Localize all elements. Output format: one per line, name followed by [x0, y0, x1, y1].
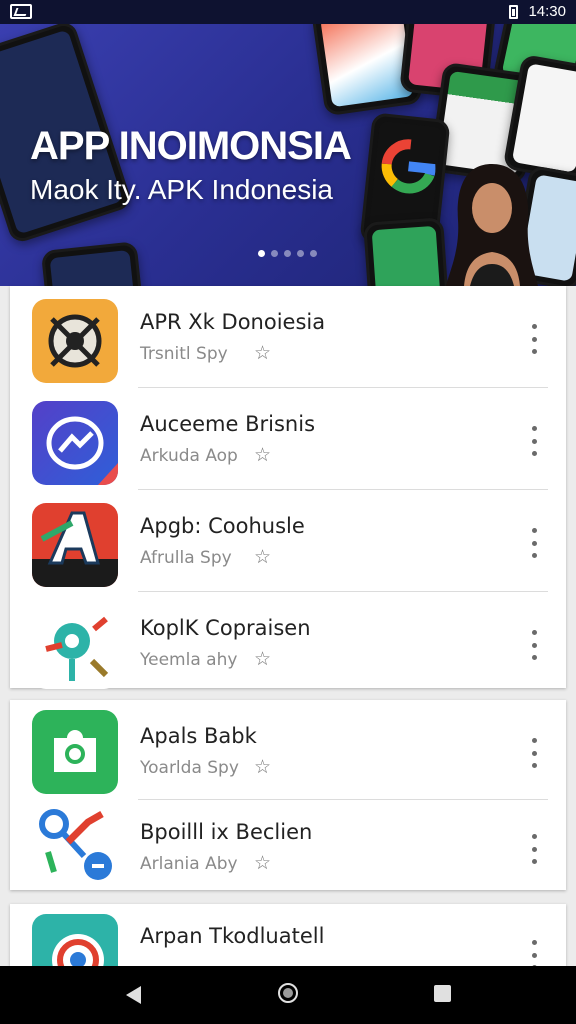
app-title: KoplK Copraisen [140, 616, 311, 640]
app-list-item[interactable]: Auceeme Brisnis Arkuda Aop ☆ [10, 388, 566, 490]
app-list-item[interactable]: KoplK Copraisen Yeemla ahy ☆ [10, 592, 566, 694]
carousel-dot[interactable] [258, 250, 265, 257]
location-pin-app-icon [32, 605, 118, 689]
carousel-dot[interactable] [310, 250, 317, 257]
gallery-icon [10, 4, 32, 19]
more-options-icon[interactable] [524, 738, 544, 768]
carousel-indicator[interactable] [258, 250, 317, 257]
app-title: Auceeme Brisnis [140, 412, 316, 436]
app-subtitle: Yeemla ahy [140, 650, 238, 670]
app-list-card: Apals Babk Yoarlda Spy ☆ Bpoilll ix Becl… [10, 700, 566, 890]
star-icon[interactable]: ☆ [254, 342, 271, 364]
person-illustration [446, 164, 538, 286]
banner-subtitle: Maok Ity. APK Indonesia [30, 174, 333, 205]
app-list-item[interactable]: Bpoilll ix Beclien Arlania Aby ☆ [10, 796, 566, 898]
more-options-icon[interactable] [524, 528, 544, 558]
eye-app-icon [32, 299, 118, 383]
app-list-item[interactable]: Apgb: Coohusle Afrulla Spy ☆ [10, 490, 566, 592]
google-g-icon [381, 139, 436, 194]
tools-app-icon [32, 802, 118, 886]
app-list-item[interactable]: APR Xk Donoiesia Trsnitl Spy ☆ [10, 286, 566, 388]
hero-banner[interactable]: APP INOIMONSIA Maok Ity. APK Indonesia [0, 24, 576, 286]
app-subtitle: Yoarlda Spy [140, 758, 239, 778]
letter-a-app-icon [32, 503, 118, 587]
app-list-card: APR Xk Donoiesia Trsnitl Spy ☆ Auceeme B… [10, 286, 566, 689]
more-options-icon[interactable] [524, 324, 544, 354]
more-options-icon[interactable] [524, 940, 544, 966]
app-title: APR Xk Donoiesia [140, 310, 326, 334]
navigation-bar [0, 966, 576, 1024]
app-subtitle: Trsnitl Spy [140, 344, 228, 364]
messenger-app-icon [32, 401, 118, 485]
battery-icon [509, 5, 518, 19]
phone-illustration [40, 241, 144, 286]
back-icon[interactable] [126, 986, 141, 1004]
star-icon[interactable]: ☆ [254, 756, 271, 778]
more-options-icon[interactable] [524, 630, 544, 660]
app-title: Apgb: Coohusle [140, 514, 305, 538]
app-title: Bpoilll ix Beclien [140, 820, 313, 844]
app-list-card: Arpan Tkodluatell [10, 904, 566, 966]
carousel-dot[interactable] [284, 250, 291, 257]
more-options-icon[interactable] [524, 834, 544, 864]
app-title: Apals Babk [140, 724, 257, 748]
star-icon[interactable]: ☆ [254, 852, 271, 874]
app-list-item[interactable]: Arpan Tkodluatell [10, 904, 566, 966]
app-subtitle: Arlania Aby [140, 854, 238, 874]
carousel-dot[interactable] [271, 250, 278, 257]
app-subtitle: Arkuda Aop [140, 446, 238, 466]
status-bar: 14:30 [0, 0, 576, 24]
green-puzzle-app-icon [32, 710, 118, 794]
app-title: Arpan Tkodluatell [140, 924, 325, 948]
more-options-icon[interactable] [524, 426, 544, 456]
star-icon[interactable]: ☆ [254, 546, 271, 568]
recent-apps-icon[interactable] [434, 985, 451, 1002]
star-icon[interactable]: ☆ [254, 444, 271, 466]
app-list-item[interactable]: Apals Babk Yoarlda Spy ☆ [10, 700, 566, 802]
star-icon[interactable]: ☆ [254, 648, 271, 670]
app-subtitle: Afrulla Spy [140, 548, 232, 568]
chrome-like-app-icon [32, 914, 118, 966]
status-time: 14:30 [528, 3, 566, 20]
carousel-dot[interactable] [297, 250, 304, 257]
home-icon[interactable] [278, 983, 298, 1003]
banner-title: APP INOIMONSIA [30, 124, 352, 168]
